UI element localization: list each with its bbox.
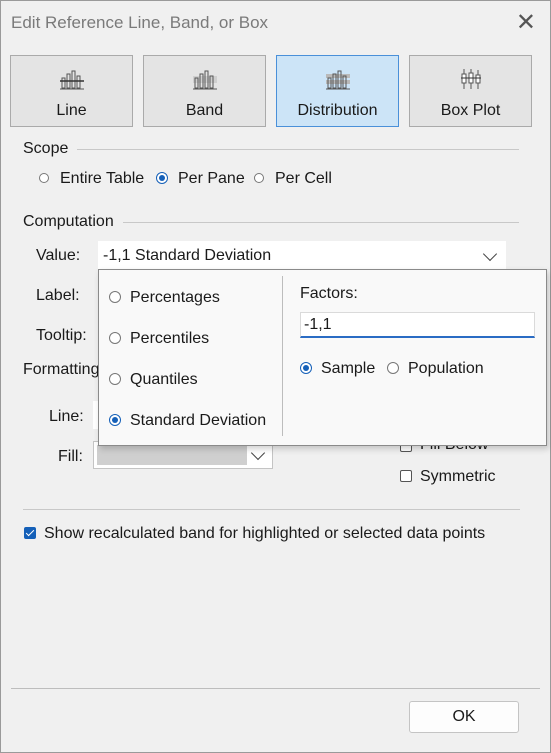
percentages-label[interactable]: Percentages xyxy=(130,289,220,307)
tab-distribution[interactable]: Distribution xyxy=(276,55,399,127)
footer-divider xyxy=(11,688,540,689)
tooltip-label: Tooltip: xyxy=(36,327,87,344)
scope-entire-table-label[interactable]: Entire Table xyxy=(60,170,144,188)
computation-divider xyxy=(123,222,519,223)
scope-per-pane-label[interactable]: Per Pane xyxy=(178,170,245,188)
percentages-radio[interactable] xyxy=(109,291,121,303)
quantiles-label[interactable]: Quantiles xyxy=(130,371,198,389)
ok-button[interactable]: OK xyxy=(409,701,519,733)
fill-below-checkbox[interactable] xyxy=(400,446,412,452)
label-label: Label: xyxy=(36,287,80,304)
factors-input[interactable]: -1,1 xyxy=(300,312,535,338)
factors-label: Factors: xyxy=(300,285,358,302)
close-icon[interactable]: ✕ xyxy=(516,9,536,37)
scope-entire-table-radio[interactable] xyxy=(39,173,49,183)
population-label[interactable]: Population xyxy=(408,360,484,378)
chevron-down-icon xyxy=(250,445,266,461)
popup-divider xyxy=(282,276,283,436)
tab-band[interactable]: Band xyxy=(143,55,266,127)
sample-radio[interactable] xyxy=(300,362,312,374)
value-dropdown[interactable]: -1,1 Standard Deviation xyxy=(98,241,506,269)
recalculated-band-label[interactable]: Show recalculated band for highlighted o… xyxy=(44,525,485,543)
symmetric-checkbox[interactable] xyxy=(400,470,412,482)
symmetric-label[interactable]: Symmetric xyxy=(420,468,496,486)
formatting-heading: Formatting xyxy=(23,361,100,378)
distribution-popup: Percentages Percentiles Quantiles Standa… xyxy=(98,269,547,446)
scope-per-pane-radio[interactable] xyxy=(156,172,168,184)
dialog-window: Edit Reference Line, Band, or Box ✕ Line… xyxy=(0,0,551,753)
standard-deviation-label[interactable]: Standard Deviation xyxy=(130,412,266,430)
fill-below-option[interactable]: Fill Below xyxy=(399,446,519,458)
percentiles-radio[interactable] xyxy=(109,332,121,344)
fill-label: Fill: xyxy=(58,448,83,465)
title-bar: Edit Reference Line, Band, or Box ✕ xyxy=(1,1,550,45)
tab-distribution-label: Distribution xyxy=(297,102,378,119)
standard-deviation-radio[interactable] xyxy=(109,414,121,426)
tab-box-plot-label: Box Plot xyxy=(440,102,501,119)
scope-heading: Scope xyxy=(23,140,69,157)
value-label: Value: xyxy=(36,247,81,264)
population-radio[interactable] xyxy=(387,362,399,374)
tab-line[interactable]: Line xyxy=(10,55,133,127)
percentiles-label[interactable]: Percentiles xyxy=(130,330,209,348)
recalculated-band-checkbox[interactable] xyxy=(24,527,36,539)
chevron-down-icon xyxy=(482,246,498,262)
distribution-chart-icon xyxy=(325,70,350,90)
quantiles-radio[interactable] xyxy=(109,373,121,385)
scope-divider xyxy=(77,149,519,150)
value-dropdown-text: -1,1 Standard Deviation xyxy=(103,247,272,264)
scope-per-cell-label[interactable]: Per Cell xyxy=(275,170,332,188)
computation-heading: Computation xyxy=(23,213,114,230)
line-label: Line: xyxy=(49,408,84,425)
tab-box-plot[interactable]: Box Plot xyxy=(409,55,532,127)
fill-color-swatch xyxy=(97,445,247,465)
line-chart-icon xyxy=(59,70,84,90)
box-plot-icon xyxy=(460,69,481,89)
band-chart-icon xyxy=(192,70,217,90)
dialog-title: Edit Reference Line, Band, or Box xyxy=(11,13,269,32)
formatting-divider xyxy=(23,509,520,510)
scope-per-cell-radio[interactable] xyxy=(254,173,264,183)
tab-band-label: Band xyxy=(185,102,224,119)
sample-label[interactable]: Sample xyxy=(321,360,375,378)
factors-input-value: -1,1 xyxy=(304,316,332,333)
tab-line-label: Line xyxy=(56,102,87,119)
fill-below-label: Fill Below xyxy=(420,446,488,454)
